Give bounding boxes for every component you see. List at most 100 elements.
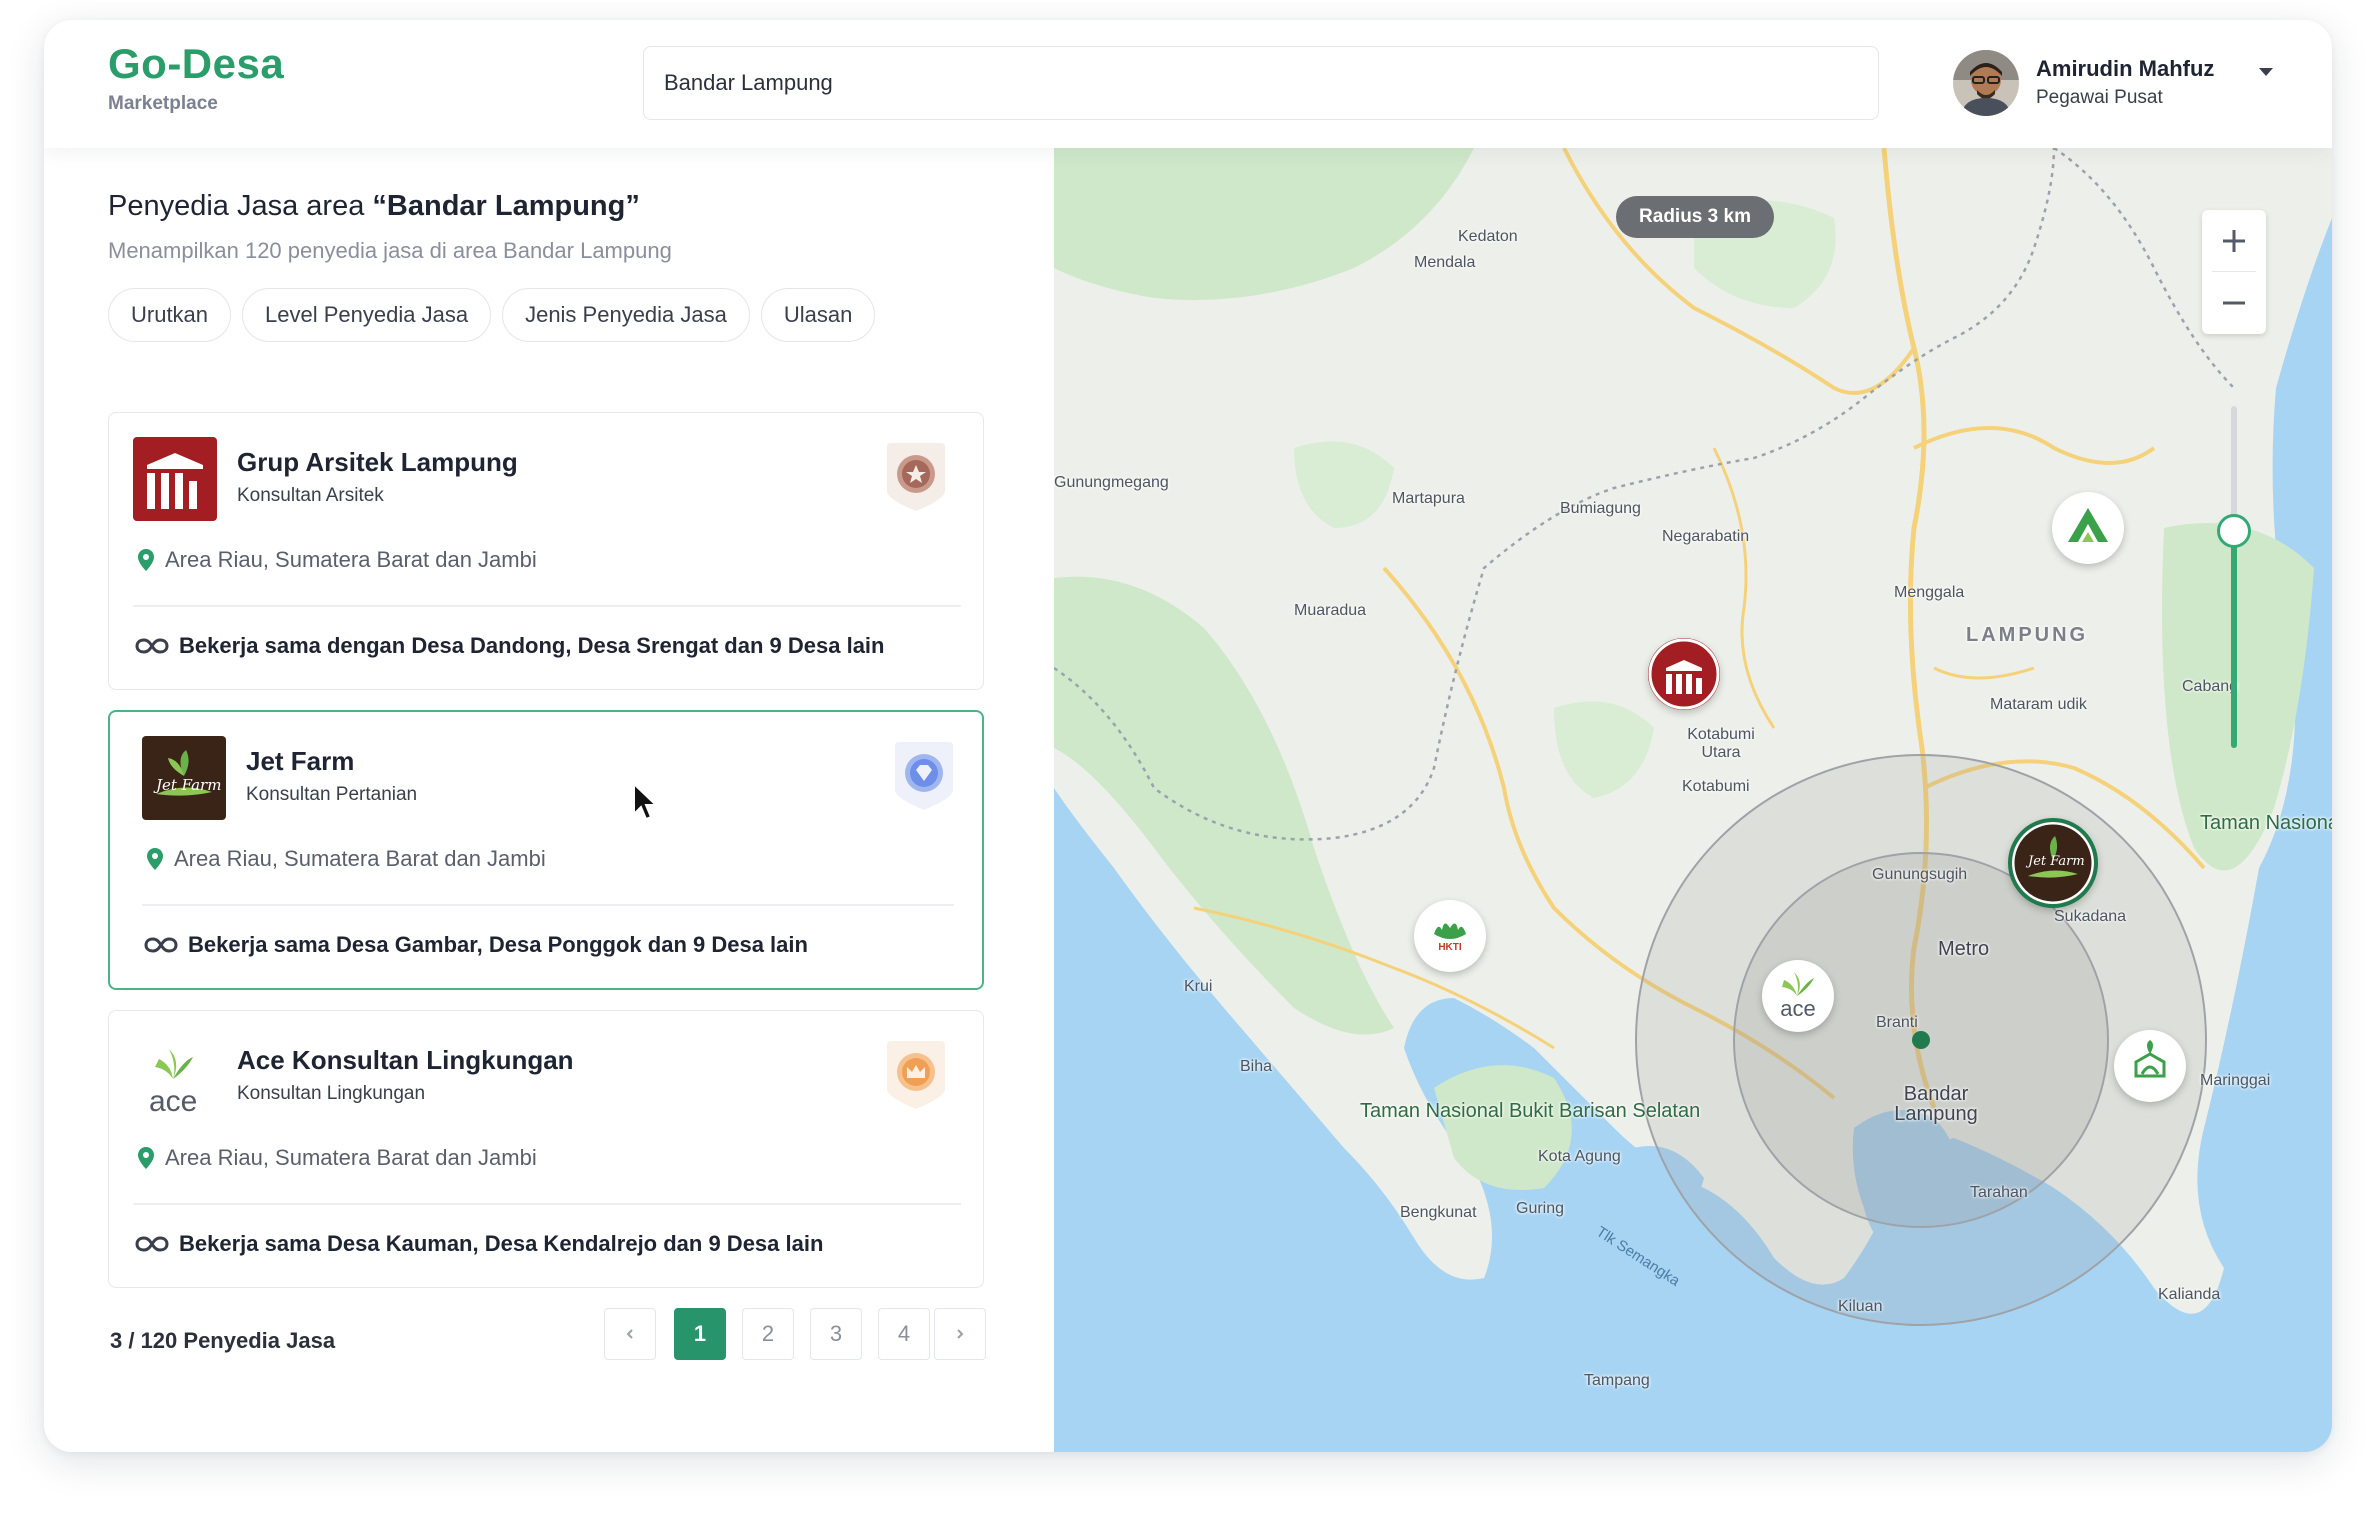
- grup-arsitek-logo-icon: [133, 437, 217, 521]
- collaboration-text: Bekerja sama Desa Kauman, Desa Kendalrej…: [179, 1231, 824, 1256]
- map-label: Gunungmegang: [1054, 474, 1169, 491]
- ace-logo-text: ace: [149, 1085, 198, 1118]
- ace-map-pin-icon[interactable]: ace: [1762, 960, 1834, 1032]
- provider-collaboration: Bekerja sama Desa Kauman, Desa Kendalrej…: [135, 1231, 823, 1257]
- user-role: Pegawai Pusat: [2036, 87, 2163, 108]
- infinity-link-icon: [135, 1236, 169, 1252]
- infinity-link-icon: [135, 638, 169, 654]
- map-label: Kalianda: [2158, 1286, 2221, 1303]
- map-canvas[interactable]: [1054, 148, 2332, 1452]
- map-label: Biha: [1240, 1058, 1273, 1075]
- result-count: 3 / 120 Penyedia Jasa: [110, 1328, 336, 1353]
- location-pin-icon: [138, 549, 154, 571]
- location-text: Area Riau, Sumatera Barat dan Jambi: [165, 1145, 537, 1170]
- app-window: Go-Desa Marketplace Amirudin Mahfuz Pega…: [44, 20, 2332, 1452]
- location-text: Area Riau, Sumatera Barat dan Jambi: [165, 547, 537, 572]
- page-1-button[interactable]: 1: [674, 1308, 726, 1360]
- map-label: Bumiagung: [1560, 500, 1641, 517]
- map-label: Negarabatin: [1662, 528, 1750, 545]
- provider-type: Konsultan Pertanian: [246, 784, 418, 805]
- radius-slider-fill: [2231, 532, 2237, 748]
- filter-provider-type[interactable]: Jenis Penyedia Jasa: [502, 288, 750, 342]
- map-label: Mendala: [1414, 254, 1476, 271]
- filter-sort[interactable]: Urutkan: [108, 288, 232, 342]
- map-label: Kotabumi Utara: [1687, 726, 1755, 761]
- map-label: Bandar Lampung: [1894, 1083, 1978, 1125]
- top-header: Go-Desa Marketplace Amirudin Mahfuz Pega…: [44, 20, 2332, 148]
- provider-card[interactable]: ace Ace Konsultan Lingkungan Konsultan L…: [108, 1010, 984, 1288]
- map-label: Branti: [1876, 1014, 1918, 1031]
- location-pin-icon: [138, 1147, 154, 1169]
- area-title-prefix: Penyedia Jasa area: [108, 190, 373, 222]
- map-label: Cabang: [2182, 678, 2239, 695]
- filter-reviews[interactable]: Ulasan: [760, 288, 876, 342]
- location-text: Area Riau, Sumatera Barat dan Jambi: [174, 846, 546, 871]
- grup-arsitek-map-pin-icon[interactable]: [1648, 638, 1720, 710]
- map-view[interactable]: Kedaton Mendala Gunungmegang Martapura B…: [1054, 148, 2332, 1452]
- mountain-map-pin-icon[interactable]: [2052, 492, 2124, 564]
- map-region-label: LAMPUNG: [1966, 624, 2089, 646]
- jet-farm-logo-icon: Jet Farm: [142, 736, 226, 820]
- provider-type: Konsultan Lingkungan: [237, 1083, 426, 1104]
- park-label: Taman Nasional Bukit Barisan Selatan: [1360, 1100, 1700, 1122]
- area-subtitle: Menampilkan 120 penyedia jasa di area Ba…: [108, 238, 672, 263]
- map-label: Kedaton: [1458, 228, 1518, 245]
- filter-bar: Urutkan Level Penyedia Jasa Jenis Penyed…: [108, 288, 876, 342]
- card-divider: [142, 904, 954, 906]
- location-pin-icon: [147, 848, 163, 870]
- map-label: Muaradua: [1294, 602, 1367, 619]
- filter-provider-level[interactable]: Level Penyedia Jasa: [242, 288, 492, 342]
- map-label: Krui: [1184, 978, 1213, 995]
- provider-name[interactable]: Jet Farm: [246, 746, 354, 777]
- provider-name[interactable]: Ace Konsultan Lingkungan: [237, 1045, 574, 1076]
- provider-list-panel: Penyedia Jasa area “Bandar Lampung” Mena…: [44, 148, 1054, 1452]
- chevron-right-icon[interactable]: [934, 1308, 986, 1360]
- area-title-name: “Bandar Lampung”: [372, 190, 640, 222]
- jet-farm-logo-text: Jet Farm: [156, 776, 222, 794]
- page-4-button[interactable]: 4: [878, 1308, 930, 1360]
- provider-location: Area Riau, Sumatera Barat dan Jambi: [137, 1145, 537, 1171]
- map-label: Mataram udik: [1990, 696, 2087, 713]
- user-photo-avatar-icon: [1953, 50, 2019, 116]
- infinity-link-icon: [144, 937, 178, 953]
- mouse-cursor-icon: [632, 781, 659, 827]
- plus-icon[interactable]: [2202, 210, 2266, 272]
- map-label: Martapura: [1392, 490, 1465, 507]
- map-label: Tarahan: [1970, 1184, 2028, 1201]
- hkti-map-pin-icon[interactable]: HKTI: [1414, 900, 1486, 972]
- map-label: Tampang: [1584, 1372, 1650, 1389]
- gold-crown-badge-icon: [883, 1039, 949, 1111]
- provider-collaboration: Bekerja sama dengan Desa Dandong, Desa S…: [135, 633, 884, 659]
- page-3-button[interactable]: 3: [810, 1308, 862, 1360]
- search-box[interactable]: [643, 46, 1879, 120]
- provider-card[interactable]: Grup Arsitek Lampung Konsultan Arsitek A…: [108, 412, 984, 690]
- card-divider: [133, 1203, 961, 1205]
- map-label: Sukadana: [2054, 908, 2127, 925]
- user-avatar[interactable]: [1953, 50, 2019, 116]
- map-label: Metro: [1938, 938, 1990, 960]
- bronze-star-badge-icon: [883, 441, 949, 513]
- park-label: Taman Nasional Way Kambas: [2200, 812, 2332, 834]
- caret-down-icon[interactable]: [2254, 60, 2278, 84]
- green-building-map-pin-icon[interactable]: [2114, 1030, 2186, 1102]
- jet-farm-map-pin-selected-icon[interactable]: Jet Farm: [2008, 818, 2098, 908]
- radius-slider-handle[interactable]: [2217, 514, 2251, 548]
- provider-card-selected[interactable]: Jet Farm Jet Farm Konsultan Pertanian Ar…: [108, 710, 984, 990]
- map-label: Kota Agung: [1538, 1148, 1621, 1165]
- page-2-button[interactable]: 2: [742, 1308, 794, 1360]
- map-label: Gunungsugih: [1872, 866, 1968, 883]
- map-label: Menggala: [1894, 584, 1965, 601]
- collaboration-text: Bekerja sama Desa Gambar, Desa Ponggok d…: [188, 932, 808, 957]
- map-label: Kiluan: [1838, 1298, 1883, 1315]
- jet-farm-pin-label: Jet Farm: [2028, 854, 2085, 869]
- zoom-controls: [2202, 210, 2266, 334]
- map-label: Guring: [1516, 1200, 1565, 1217]
- search-input[interactable]: [662, 69, 1846, 97]
- provider-collaboration: Bekerja sama Desa Gambar, Desa Ponggok d…: [144, 932, 808, 958]
- provider-name[interactable]: Grup Arsitek Lampung: [237, 447, 518, 478]
- chevron-left-icon[interactable]: [604, 1308, 656, 1360]
- brand-title[interactable]: Go-Desa: [108, 40, 284, 88]
- minus-icon[interactable]: [2202, 272, 2266, 334]
- card-divider: [133, 605, 961, 607]
- user-name[interactable]: Amirudin Mahfuz: [2036, 56, 2214, 82]
